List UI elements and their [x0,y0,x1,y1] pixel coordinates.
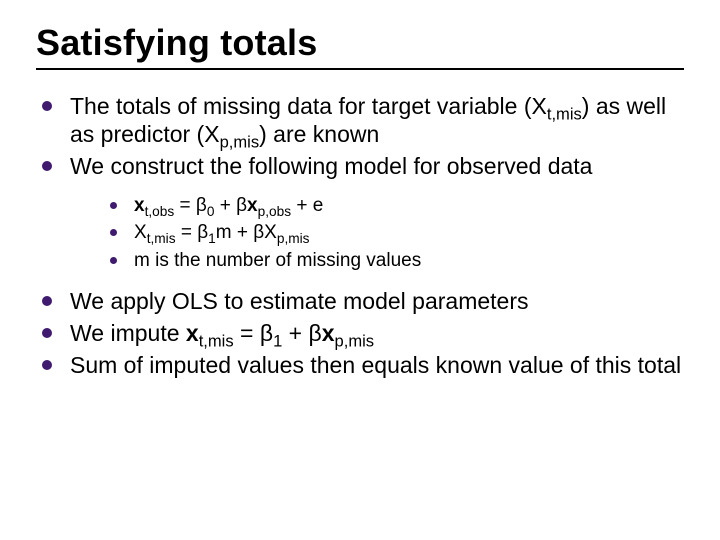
text: + β [214,195,247,216]
text: m + βX [216,222,277,243]
text: = β [176,222,209,243]
sub-bullet-list: xt,obs = β0 + βxp,obs + e Xt,mis = β1m +… [70,194,684,273]
bullet-item-3: We apply OLS to estimate model parameter… [36,287,684,315]
sub-bullet-3: m is the number of missing values [70,249,684,273]
text: Sum of imputed values then equals known … [70,352,681,378]
text: = β [174,195,207,216]
text: We impute [70,320,186,346]
subscript: t,mis [147,231,176,246]
subscript: t,mis [199,332,234,351]
bullet-item-2: We construct the following model for obs… [36,152,684,273]
text: We apply OLS to estimate model parameter… [70,288,529,314]
bullet-list: The totals of missing data for target va… [36,92,684,379]
subscript: p,mis [220,133,260,152]
subscript: p,mis [277,231,310,246]
subscript: t,obs [145,204,175,219]
text: ) are known [259,121,379,147]
subscript: 1 [273,332,282,351]
text: = β [234,320,273,346]
text-bold: x [186,320,199,346]
bullet-item-1: The totals of missing data for target va… [36,92,684,148]
text: m is the number of missing values [134,250,421,271]
text: + β [282,320,321,346]
text-bold: x [322,320,335,346]
subscript: p,mis [335,332,375,351]
text: X [134,222,147,243]
slide-title: Satisfying totals [36,22,684,64]
subscript: t,mis [547,105,582,124]
text-bold: x [247,195,258,216]
text-bold: x [134,195,145,216]
subscript: p,obs [258,204,291,219]
title-underline [36,68,684,70]
sub-bullet-2: Xt,mis = β1m + βXp,mis [70,221,684,245]
subscript: 1 [208,231,216,246]
bullet-item-5: Sum of imputed values then equals known … [36,351,684,379]
text: The totals of missing data for target va… [70,93,547,119]
bullet-item-4: We impute xt,mis = β1 + βxp,mis [36,319,684,347]
sub-bullet-1: xt,obs = β0 + βxp,obs + e [70,194,684,218]
slide: Satisfying totals The totals of missing … [0,0,720,540]
text: + e [291,195,323,216]
text: We construct the following model for obs… [70,153,592,179]
